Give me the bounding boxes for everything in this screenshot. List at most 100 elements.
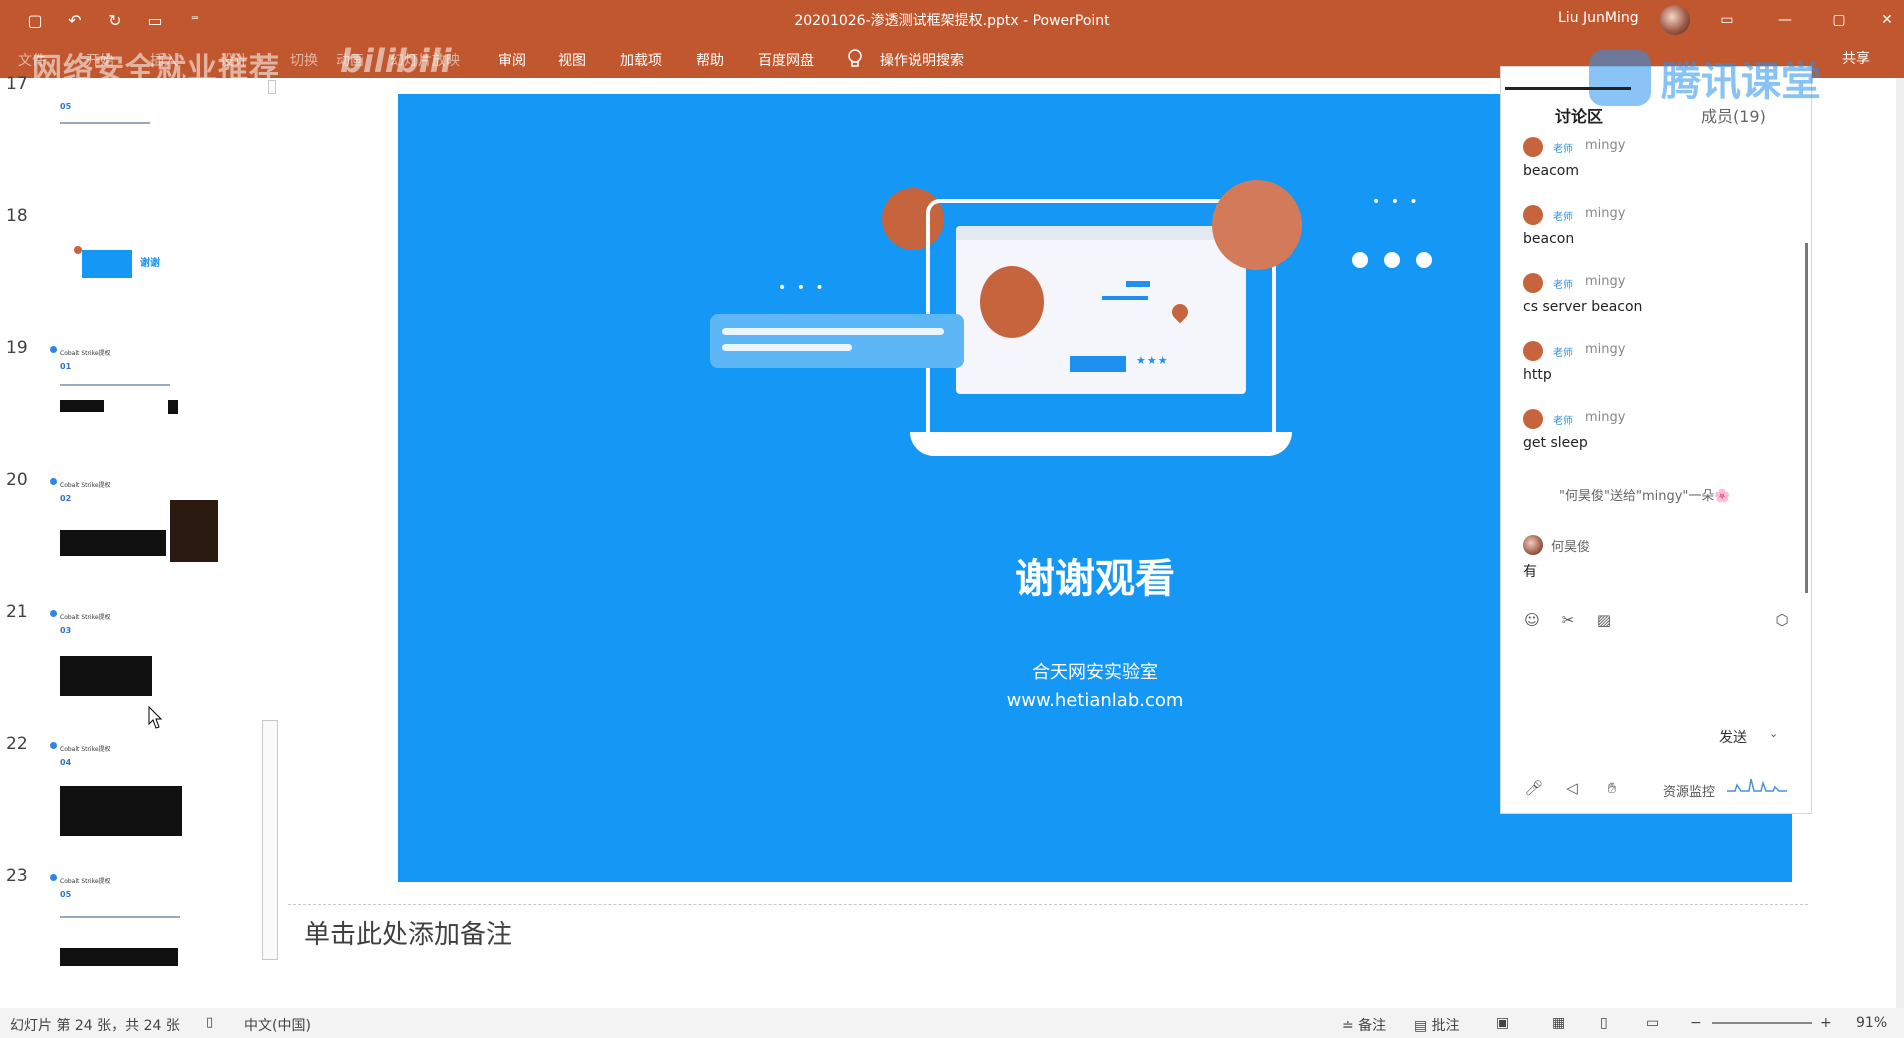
notes-placeholder[interactable]: 单击此处添加备注: [304, 914, 512, 951]
thumbnail-number: 22: [6, 734, 28, 754]
accessibility-icon[interactable]: ▯: [206, 1015, 213, 1030]
slide-sorter-icon[interactable]: ▦: [1552, 1015, 1565, 1031]
dots-icon: • • •: [778, 280, 827, 296]
tab-members[interactable]: 成员(19): [1701, 103, 1766, 127]
emoji-icon[interactable]: ☺: [1521, 609, 1543, 631]
sender-name: mingy: [1585, 138, 1626, 153]
laptop-base: [910, 432, 1292, 456]
slide-counter: 幻灯片 第 24 张，共 24 张: [10, 1018, 180, 1034]
reading-view-icon[interactable]: ▯: [1600, 1015, 1608, 1031]
slide-thumbnail[interactable]: Cobalt Strike提权 05: [48, 872, 224, 970]
sender-name: mingy: [1585, 410, 1626, 425]
tab-addins[interactable]: 加载项: [620, 50, 662, 70]
active-tab-indicator: [1505, 87, 1631, 90]
resource-monitor-label[interactable]: 资源监控: [1663, 781, 1715, 800]
zoom-in-icon[interactable]: +: [1820, 1015, 1832, 1031]
thumbnail-image: [82, 250, 132, 278]
illustration-bar: [1126, 281, 1150, 287]
thumbnail-image: [60, 400, 104, 412]
browser-window-illustration: ★★★: [956, 226, 1246, 394]
decor-dot: [1352, 252, 1368, 268]
hand-raise-icon[interactable]: ✋︎: [1601, 777, 1623, 799]
language-indicator[interactable]: 中文(中国): [244, 1015, 311, 1035]
close-icon[interactable]: ✕: [1872, 6, 1902, 34]
thumbnail-heading: Cobalt Strike提权: [60, 878, 111, 885]
thumbnail-subtitle: 01: [60, 362, 72, 371]
thumbnail-text-line: [60, 122, 150, 124]
window-titlebar: [956, 226, 1246, 240]
comments-toggle-button[interactable]: ▤ 批注: [1414, 1015, 1460, 1035]
thumbnail-scroll-up[interactable]: [268, 80, 276, 94]
slide-thumbnail[interactable]: Cobalt Strike提权 03: [48, 608, 224, 706]
message-text: http: [1523, 367, 1552, 383]
lightbulb-icon[interactable]: [846, 48, 864, 70]
decor-circle-right: [1212, 180, 1302, 270]
slide-thumbnail[interactable]: Cobalt Strike提权 02: [48, 476, 224, 574]
settings-icon[interactable]: ⬡: [1771, 609, 1793, 631]
thumbnail-text-line: [60, 916, 180, 918]
tab-discussion[interactable]: 讨论区: [1555, 103, 1603, 127]
image-icon[interactable]: ▨: [1593, 609, 1615, 631]
thumbnail-number: 23: [6, 866, 28, 886]
thumbnail-subtitle: 04: [60, 758, 72, 767]
editor-scrollbar[interactable]: [1896, 78, 1904, 1008]
slide-thumbnail[interactable]: 谢谢: [48, 210, 224, 308]
chat-bubble-illustration: [710, 314, 964, 368]
thumbnail-scrollbar[interactable]: [262, 720, 278, 960]
message-text: beacon: [1523, 231, 1575, 247]
speaker-icon[interactable]: ◁: [1561, 777, 1583, 799]
tab-transitions[interactable]: 切换: [290, 50, 318, 70]
mouse-cursor-icon: [148, 706, 163, 729]
zoom-slider[interactable]: [1712, 1022, 1812, 1024]
slide-thumbnail[interactable]: Cobalt Strike提权 04: [48, 740, 224, 838]
share-button[interactable]: 共享: [1842, 48, 1870, 68]
tell-me-search[interactable]: 操作说明搜索: [880, 50, 964, 70]
discussion-panel: 腾讯课堂 讨论区 成员(19) 老师 mingy beacom 老师 mingy…: [1500, 50, 1821, 814]
chat-scrollbar[interactable]: [1805, 243, 1808, 593]
normal-view-icon[interactable]: ▣: [1496, 1015, 1509, 1031]
thumbnail-heading: Cobalt Strike提权: [60, 746, 111, 753]
tab-view[interactable]: 视图: [558, 50, 586, 70]
tencent-classroom-logo-icon: [1589, 50, 1651, 106]
maximize-icon[interactable]: ▢: [1824, 6, 1854, 34]
illustration-button: [1070, 356, 1126, 372]
minimize-icon[interactable]: —: [1770, 6, 1800, 34]
slideshow-view-icon[interactable]: ▭: [1646, 1015, 1659, 1031]
thumbnail-number: 17: [6, 74, 28, 94]
slide-thumbnail[interactable]: 05: [48, 78, 224, 134]
tab-help[interactable]: 帮助: [696, 50, 724, 70]
tab-review[interactable]: 审阅: [498, 50, 526, 70]
scissors-icon[interactable]: ✂: [1557, 609, 1579, 631]
chevron-down-icon[interactable]: ⌄: [1769, 727, 1778, 740]
thumbnail-heading: Cobalt Strike提权: [60, 482, 111, 489]
thumbnail-number: 19: [6, 338, 28, 358]
role-badge: 老师: [1553, 416, 1573, 427]
thumbnail-number: 21: [6, 602, 28, 622]
avatar: [1523, 137, 1543, 157]
chat-line: [722, 328, 944, 335]
zoom-level[interactable]: 91%: [1856, 1015, 1887, 1031]
tab-baidu-netdisk[interactable]: 百度网盘: [758, 50, 814, 70]
user-avatar[interactable]: [1660, 5, 1690, 35]
zoom-out-icon[interactable]: −: [1690, 1015, 1702, 1031]
avatar: [1523, 273, 1543, 293]
notes-toggle-button[interactable]: ≐ 备注: [1342, 1015, 1386, 1035]
ribbon-display-options-icon[interactable]: ▭: [1712, 6, 1742, 34]
thumbnail-dot: [50, 610, 57, 617]
avatar: [1523, 205, 1543, 225]
message-text: beacom: [1523, 163, 1579, 179]
thumbnail-subtitle: 05: [60, 890, 72, 899]
thumbnail-image: [60, 656, 152, 696]
microphone-icon[interactable]: 🎤︎: [1523, 777, 1545, 799]
dots-icon: • • •: [1372, 194, 1421, 210]
illustration-circle: [980, 266, 1044, 338]
send-button[interactable]: 发送: [1719, 727, 1747, 747]
user-name[interactable]: Liu JunMing: [1558, 10, 1639, 26]
sender-name: mingy: [1585, 342, 1626, 357]
slide-thumbnail-panel[interactable]: 17 05 18 谢谢 19 Cobalt Strike提权 01 20 Cob…: [0, 74, 270, 1008]
illustration-bar: [1102, 296, 1148, 300]
stars-icon: ★★★: [1136, 354, 1169, 367]
sender-name: mingy: [1585, 206, 1626, 221]
slide-thumbnail[interactable]: Cobalt Strike提权 01: [48, 344, 224, 442]
thumbnail-number: 18: [6, 206, 28, 226]
